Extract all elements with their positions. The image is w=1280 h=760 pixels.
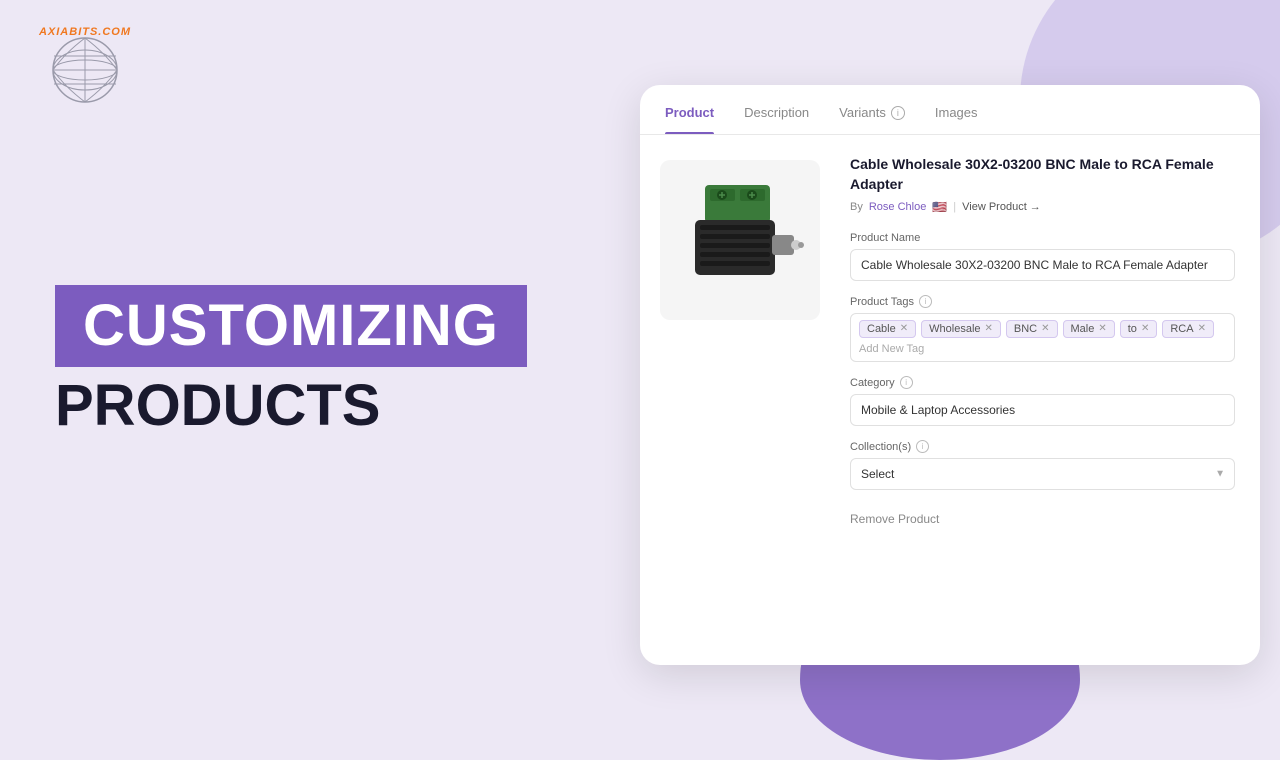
panel-content: Cable Wholesale 30X2-03200 BNC Male to R…	[640, 135, 1260, 660]
category-label: Category i	[850, 376, 1235, 389]
tags-info-icon: i	[919, 295, 932, 308]
hero-line2: PRODUCTS	[55, 373, 380, 438]
category-input[interactable]	[850, 394, 1235, 426]
tag-wholesale: Wholesale ✕	[921, 320, 1001, 338]
product-panel: Product Description Variants i Images	[640, 85, 1260, 665]
view-product-link[interactable]: View Product →	[962, 201, 1041, 213]
form-area: Cable Wholesale 30X2-03200 BNC Male to R…	[840, 135, 1260, 660]
product-meta: By Rose Chloe 🇺🇸 | View Product →	[850, 200, 1235, 214]
logo: AXIABITS.COM	[40, 18, 130, 108]
tab-images[interactable]: Images	[935, 105, 978, 134]
author-name: Rose Chloe	[869, 201, 926, 213]
variants-info-icon: i	[891, 106, 905, 120]
customizing-banner: CUSTOMIZING	[55, 285, 527, 367]
tab-description[interactable]: Description	[744, 105, 809, 134]
add-new-tag-button[interactable]: Add New Tag	[859, 343, 924, 355]
collections-info-icon: i	[916, 440, 929, 453]
collections-label: Collection(s) i	[850, 440, 1235, 453]
product-name-label: Product Name	[850, 232, 1235, 244]
logo-text: AXIABITS.COM	[39, 26, 131, 38]
logo-globe-container: AXIABITS.COM	[40, 18, 130, 108]
collections-select[interactable]: Select	[850, 458, 1235, 490]
hero-content: CUSTOMIZING PRODUCTS	[55, 285, 527, 435]
remove-product-button[interactable]: Remove Product	[850, 504, 939, 534]
tag-bnc-close[interactable]: ✕	[1041, 324, 1049, 334]
product-name-input[interactable]	[850, 249, 1235, 281]
by-label: By	[850, 201, 863, 213]
tags-container: Cable ✕ Wholesale ✕ BNC ✕ Male ✕	[850, 313, 1235, 362]
tag-bnc: BNC ✕	[1006, 320, 1058, 338]
product-tags-field-group: Product Tags i Cable ✕ Wholesale ✕ BNC ✕	[850, 295, 1235, 362]
product-name-field-group: Product Name	[850, 232, 1235, 281]
category-info-icon: i	[900, 376, 913, 389]
product-image-svg	[675, 175, 805, 305]
product-tags-label: Product Tags i	[850, 295, 1235, 308]
tag-cable: Cable ✕	[859, 320, 916, 338]
tag-rca: RCA ✕	[1162, 320, 1214, 338]
tab-variants[interactable]: Variants i	[839, 105, 905, 134]
product-title: Cable Wholesale 30X2-03200 BNC Male to R…	[850, 155, 1235, 194]
tag-male-close[interactable]: ✕	[1098, 324, 1106, 334]
tag-rca-close[interactable]: ✕	[1198, 324, 1206, 334]
author-flag: 🇺🇸	[932, 200, 947, 214]
product-image-area	[640, 135, 840, 660]
tag-wholesale-close[interactable]: ✕	[985, 324, 993, 334]
tag-to: to ✕	[1120, 320, 1158, 338]
tag-male: Male ✕	[1063, 320, 1115, 338]
tab-bar: Product Description Variants i Images	[640, 85, 1260, 135]
product-image-box	[660, 160, 820, 320]
collections-select-wrapper: Select ▼	[850, 458, 1235, 490]
meta-separator: |	[953, 201, 956, 213]
category-field-group: Category i	[850, 376, 1235, 426]
tab-product[interactable]: Product	[665, 105, 714, 134]
collections-field-group: Collection(s) i Select ▼	[850, 440, 1235, 490]
tag-cable-close[interactable]: ✕	[900, 324, 908, 334]
hero-line1: CUSTOMIZING	[83, 293, 499, 358]
tag-to-close[interactable]: ✕	[1141, 324, 1149, 334]
